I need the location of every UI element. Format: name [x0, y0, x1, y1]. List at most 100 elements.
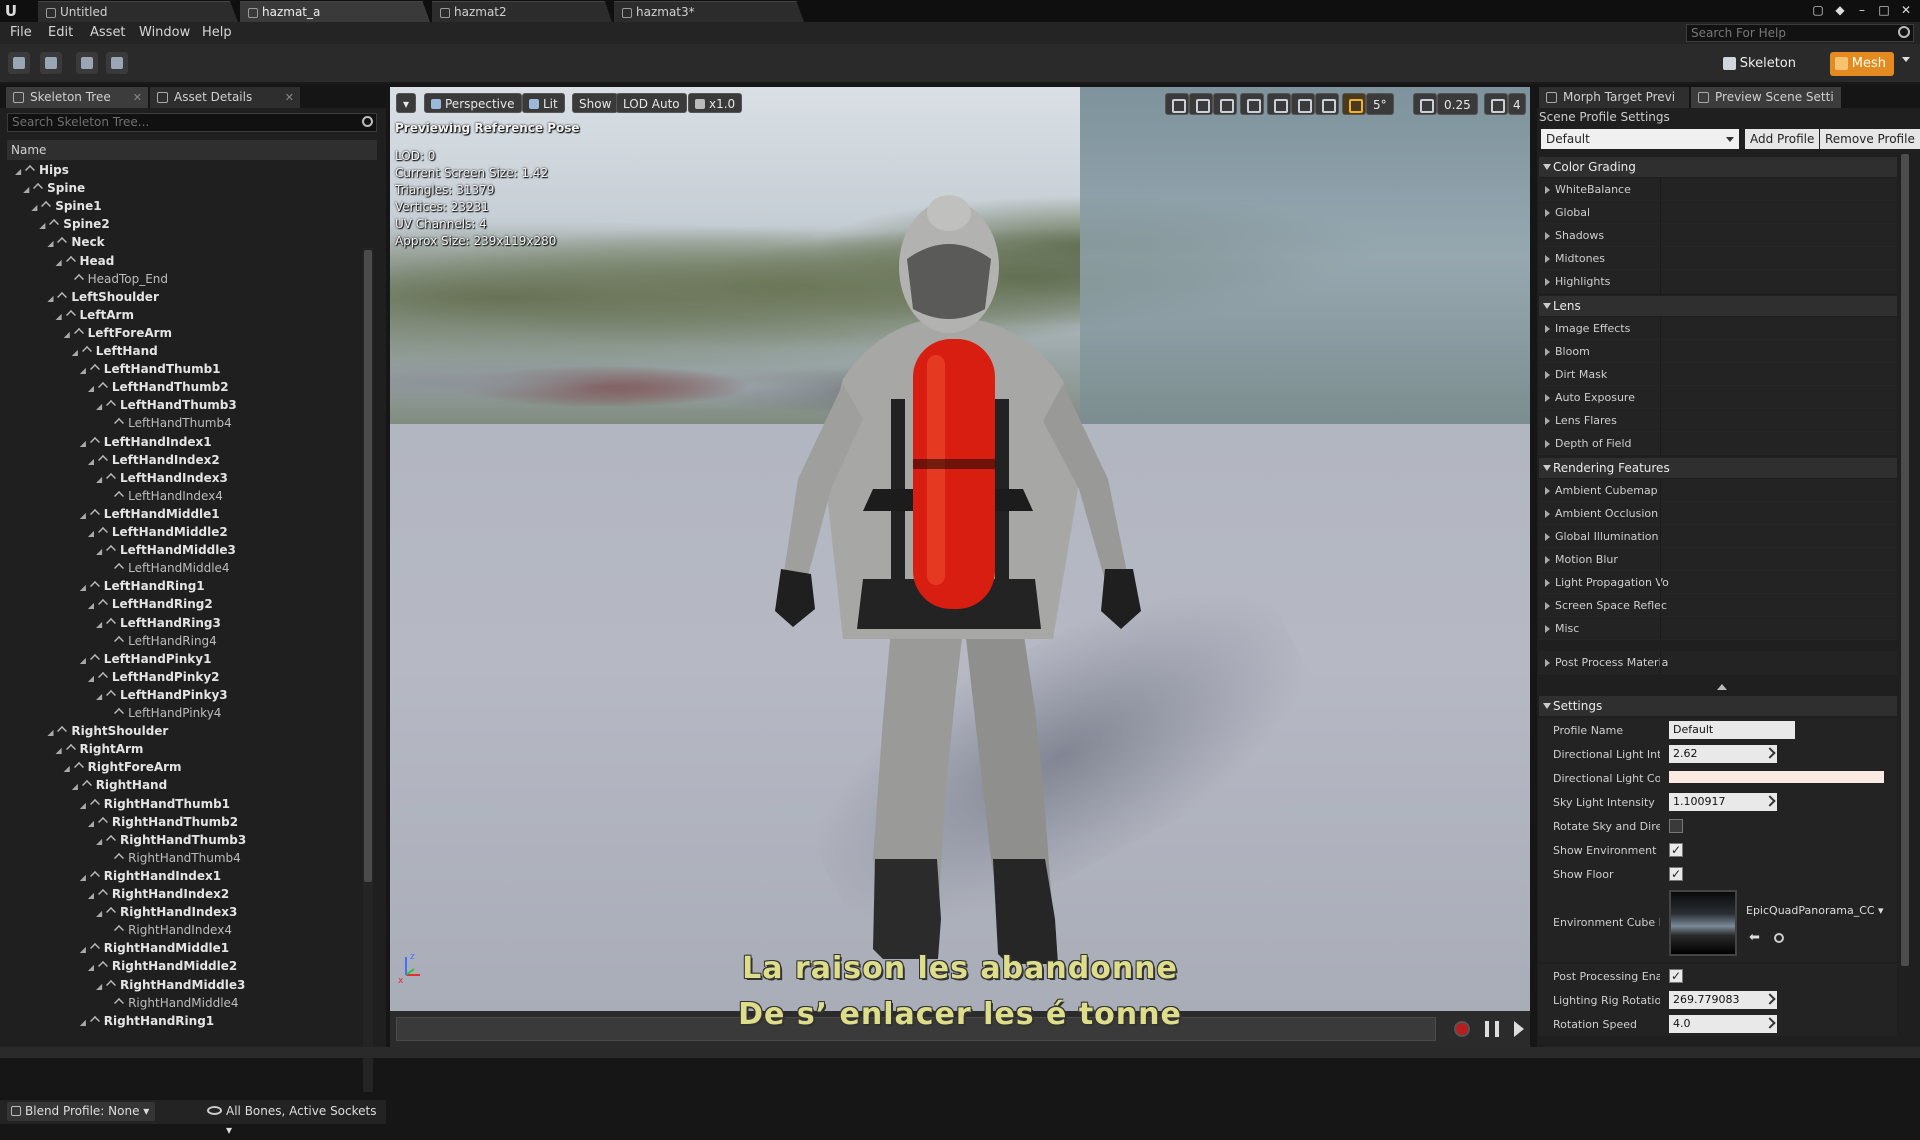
bone-row[interactable]: ◢ Spine2	[39, 215, 109, 233]
row-bloom[interactable]: Bloom	[1539, 340, 1897, 363]
tab-preview-scene-settings[interactable]: Preview Scene Setti	[1691, 87, 1841, 108]
bone-row[interactable]: ◢ LeftHandThumb2	[88, 378, 229, 396]
splitter-up-icon[interactable]	[1717, 684, 1727, 690]
row-global-illumination[interactable]: Global Illumination	[1539, 525, 1897, 548]
post-processing-checkbox[interactable]: ✓	[1669, 969, 1683, 983]
profile-name-input[interactable]: Default	[1669, 721, 1795, 739]
row-misc[interactable]: Misc	[1539, 617, 1897, 640]
browse-button[interactable]	[40, 52, 62, 74]
bone-row[interactable]: ◢ LeftHandRing1	[80, 577, 205, 595]
section-settings[interactable]: Settings	[1539, 696, 1897, 716]
row-dirt-mask[interactable]: Dirt Mask	[1539, 363, 1897, 386]
surface-snap-icon[interactable]	[1267, 93, 1291, 115]
world-local-icon[interactable]	[1240, 93, 1264, 115]
use-selected-arrow-icon[interactable]: ⬅	[1749, 930, 1760, 945]
bone-row[interactable]: ◢ RightShoulder	[47, 722, 168, 740]
row-global[interactable]: Global	[1539, 201, 1897, 224]
lighting-rig-rotation-input[interactable]: 269.779083	[1669, 991, 1777, 1009]
menu-edit[interactable]: Edit	[48, 25, 73, 40]
bone-row[interactable]: ◢ Head	[56, 252, 115, 270]
section-rendering-features[interactable]: Rendering Features	[1539, 458, 1897, 478]
lit-button[interactable]: Lit	[522, 93, 565, 113]
bone-row[interactable]: ◢ LeftShoulder	[47, 288, 158, 306]
bone-row[interactable]: RightHandMiddle4	[104, 994, 239, 1012]
feedback-icon[interactable]: ◆	[1832, 2, 1848, 18]
bone-row[interactable]: ◢ LeftHandIndex3	[96, 469, 228, 487]
bone-row[interactable]: LeftHandMiddle4	[104, 559, 230, 577]
scale-snap-value[interactable]: 0.25	[1437, 93, 1478, 115]
minimize-button[interactable]: –	[1854, 2, 1870, 18]
help-search-input[interactable]: Search For Help	[1686, 24, 1914, 42]
hazmat-character-mesh[interactable]	[723, 159, 1173, 1011]
bone-row[interactable]: ◢ RightHandIndex2	[88, 885, 229, 903]
row-ambient-occlusion[interactable]: Ambient Occlusion	[1539, 502, 1897, 525]
bone-row[interactable]: LeftHandIndex4	[104, 487, 223, 505]
spin-icon[interactable]	[1764, 993, 1776, 1005]
bone-row[interactable]: ◢ Hips	[15, 161, 69, 179]
section-color-grading[interactable]: Color Grading	[1539, 157, 1897, 177]
doc-tab-hazmat2[interactable]: hazmat2	[432, 1, 612, 22]
rotation-snap-value[interactable]: 5°	[1366, 93, 1394, 115]
pause-button[interactable]	[1485, 1021, 1499, 1037]
bone-row[interactable]: ◢ Spine	[23, 179, 85, 197]
profile-select[interactable]: Default	[1541, 129, 1739, 149]
bone-row[interactable]: ◢ LeftHandIndex1	[80, 433, 212, 451]
bone-row[interactable]: HeadTop_End	[64, 270, 168, 288]
grid-size-icon[interactable]	[1315, 93, 1339, 115]
bone-row[interactable]: ◢ LeftHandPinky2	[88, 668, 220, 686]
skeleton-search-input[interactable]: Search Skeleton Tree...	[7, 113, 377, 132]
menu-file[interactable]: File	[10, 25, 32, 40]
doc-tab-hazmat3[interactable]: hazmat3*	[614, 1, 804, 22]
rotation-snap-icon[interactable]	[1342, 93, 1366, 115]
row-shadows[interactable]: Shadows	[1539, 224, 1897, 247]
show-floor-checkbox[interactable]: ✓	[1669, 867, 1683, 881]
spin-icon[interactable]	[1764, 1017, 1776, 1029]
bone-row[interactable]: ◢ RightHandIndex1	[80, 867, 221, 885]
row-screen-space-reflections[interactable]: Screen Space Reflec	[1539, 594, 1897, 617]
mesh-mode-button[interactable]: Mesh	[1829, 52, 1894, 76]
perspective-button[interactable]: Perspective	[424, 93, 522, 113]
bone-row[interactable]: ◢ RightHandThumb1	[80, 795, 230, 813]
close-button[interactable]: ✕	[1898, 2, 1914, 18]
directional-light-color-swatch[interactable]	[1669, 771, 1884, 783]
bone-row[interactable]: ◢ RightForeArm	[64, 758, 182, 776]
reimport-button[interactable]	[76, 52, 98, 74]
bone-row[interactable]: ◢ RightHandThumb2	[88, 813, 238, 831]
close-icon[interactable]: ✕	[133, 87, 142, 108]
bone-row[interactable]: ◢ LeftHandMiddle1	[80, 505, 220, 523]
record-button[interactable]	[1454, 1021, 1470, 1037]
bone-row[interactable]: ◢ RightHandThumb3	[96, 831, 246, 849]
environment-cubemap-picker[interactable]: EpicQuadPanorama_CC ▾	[1746, 904, 1884, 917]
bone-row[interactable]: ◢ LeftHandIndex2	[88, 451, 220, 469]
row-motion-blur[interactable]: Motion Blur	[1539, 548, 1897, 571]
scale-snap-icon[interactable]	[1413, 93, 1437, 115]
tree-scrollbar-thumb[interactable]	[364, 250, 372, 882]
bone-row[interactable]: LeftHandPinky4	[104, 704, 221, 722]
row-light-propagation[interactable]: Light Propagation Vo	[1539, 571, 1897, 594]
viewport-options-button[interactable]: ▾	[396, 93, 416, 113]
blend-profile-button[interactable]: Blend Profile: None ▾	[7, 1102, 156, 1121]
tree-column-header[interactable]: Name	[7, 140, 377, 160]
row-midtones[interactable]: Midtones	[1539, 247, 1897, 270]
bone-row[interactable]: ◢ RightHandMiddle1	[80, 939, 229, 957]
camera-speed-value[interactable]: 4	[1508, 93, 1526, 115]
bone-row[interactable]: ◢ RightHandMiddle2	[88, 957, 237, 975]
menu-help[interactable]: Help	[202, 25, 232, 40]
rotation-speed-input[interactable]: 4.0	[1669, 1015, 1777, 1033]
bone-row[interactable]: ◢ LeftHandThumb3	[96, 396, 237, 414]
row-post-process-materials[interactable]: Post Process Materia	[1539, 651, 1897, 674]
maximize-button[interactable]: □	[1876, 2, 1892, 18]
add-profile-button[interactable]: Add Profile	[1745, 129, 1820, 149]
show-environment-checkbox[interactable]: ✓	[1669, 843, 1683, 857]
right-panel-scrollbar[interactable]	[1901, 154, 1909, 966]
bone-row[interactable]: ◢ LeftHandMiddle2	[88, 523, 228, 541]
bone-row[interactable]: ◢ RightHandRing1	[80, 1012, 214, 1030]
row-lens-flares[interactable]: Lens Flares	[1539, 409, 1897, 432]
bone-row[interactable]: LeftHandThumb4	[104, 414, 232, 432]
bone-row[interactable]: ◢ LeftArm	[56, 306, 134, 324]
row-highlights[interactable]: Highlights	[1539, 270, 1897, 293]
bone-row[interactable]: ◢ LeftForeArm	[64, 324, 172, 342]
make-static-mesh-button[interactable]	[106, 52, 128, 74]
preview-viewport[interactable]: ▾ Perspective Lit Show LOD Auto x1.0 5° …	[390, 87, 1530, 1011]
doc-tab-untitled[interactable]: Untitled	[38, 1, 238, 22]
